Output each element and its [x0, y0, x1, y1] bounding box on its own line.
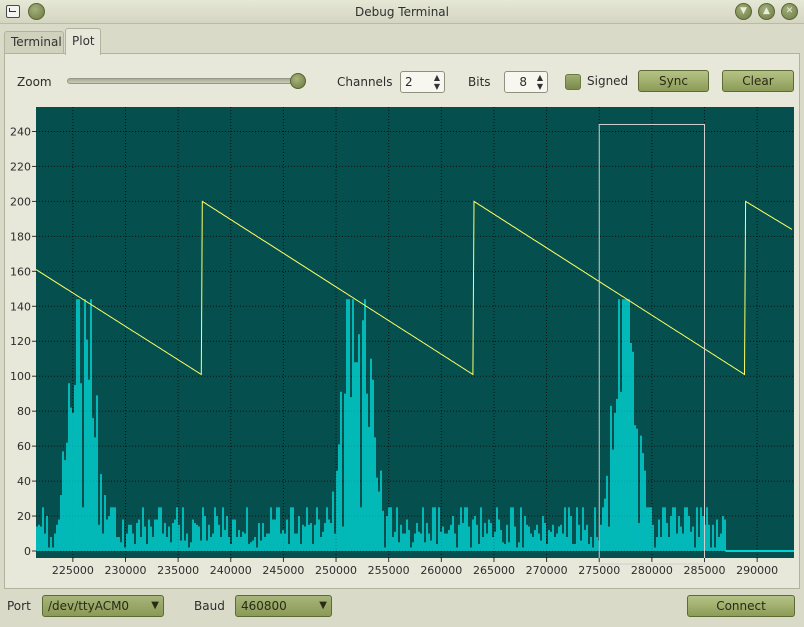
x-tick-label: 265000 [473, 564, 515, 577]
y-tick-label: 160 [10, 265, 31, 278]
bits-label: Bits [468, 75, 491, 89]
y-tick-label: 120 [10, 335, 31, 348]
spin-arrows-icon[interactable]: ▲ ▼ [432, 73, 442, 91]
x-tick-label: 225000 [52, 564, 94, 577]
y-tick-label: 60 [17, 440, 31, 453]
bits-value: 8 [519, 75, 527, 89]
bits-spinbox[interactable]: 8 ▲ ▼ [504, 71, 548, 93]
x-tick-label: 250000 [315, 564, 357, 577]
channels-value: 2 [405, 75, 413, 89]
plot-background [36, 107, 794, 558]
y-tick-label: 40 [17, 475, 31, 488]
y-tick-label: 0 [24, 545, 31, 558]
y-tick-label: 240 [10, 125, 31, 138]
channels-spinbox[interactable]: 2 ▲ ▼ [400, 71, 445, 93]
minimize-button[interactable]: ▼ [735, 3, 752, 20]
x-tick-label: 270000 [526, 564, 568, 577]
baud-label: Baud [194, 599, 225, 613]
plot-area[interactable]: 0 20 40 60 80 100 120 140 160 180 200 220 240 225000… [8, 102, 798, 586]
plot-svg[interactable]: 0 20 40 60 80 100 120 140 160 180 200 220 240 225000… [8, 102, 798, 586]
port-value: /dev/ttyACM0 [48, 599, 130, 613]
channels-label: Channels [337, 75, 393, 89]
baud-value: 460800 [241, 599, 287, 613]
signed-label: Signed [587, 74, 629, 88]
window-title: Debug Terminal [355, 5, 449, 19]
tab-plot[interactable]: Plot [65, 28, 101, 55]
connect-button[interactable]: Connect [687, 595, 795, 617]
y-tick-label: 140 [10, 300, 31, 313]
x-tick-label: 240000 [210, 564, 252, 577]
x-tick-label: 285000 [684, 564, 726, 577]
y-tick-label: 220 [10, 160, 31, 173]
chevron-down-icon: ▼ [151, 600, 159, 611]
y-tick-label: 20 [17, 510, 31, 523]
x-tick-label: 260000 [420, 564, 462, 577]
clear-button[interactable]: Clear [722, 70, 794, 92]
spin-arrows-icon[interactable]: ▲ ▼ [535, 73, 545, 91]
maximize-button[interactable]: ▲ [758, 3, 775, 20]
x-tick-label: 245000 [262, 564, 304, 577]
x-tick-label: 230000 [104, 564, 146, 577]
zoom-slider-track[interactable] [67, 78, 305, 84]
zoom-slider-handle[interactable] [290, 73, 306, 89]
port-select[interactable]: /dev/ttyACM0 ▼ [42, 595, 164, 617]
x-axis-ticks: 225000 230000 235000 240000 245000 250000 2550… [52, 558, 778, 577]
y-tick-label: 180 [10, 230, 31, 243]
baud-select[interactable]: 460800 ▼ [235, 595, 332, 617]
x-tick-label: 255000 [368, 564, 410, 577]
signed-checkbox[interactable] [565, 74, 581, 90]
x-tick-label: 280000 [631, 564, 673, 577]
y-tick-label: 100 [10, 370, 31, 383]
tab-terminal[interactable]: Terminal [4, 31, 64, 54]
x-tick-label: 275000 [578, 564, 620, 577]
x-tick-label: 235000 [157, 564, 199, 577]
sync-button[interactable]: Sync [638, 70, 709, 92]
y-tick-label: 80 [17, 405, 31, 418]
y-tick-label: 200 [10, 195, 31, 208]
close-button[interactable]: ✕ [781, 3, 798, 20]
port-label: Port [7, 599, 31, 613]
chevron-down-icon: ▼ [319, 600, 327, 611]
y-axis-ticks: 0 20 40 60 80 100 120 140 160 180 200 220 240 [10, 125, 36, 558]
x-tick-label: 290000 [736, 564, 778, 577]
zoom-label: Zoom [17, 75, 52, 89]
title-bar: Debug Terminal ▼ ▲ ✕ [0, 0, 804, 24]
